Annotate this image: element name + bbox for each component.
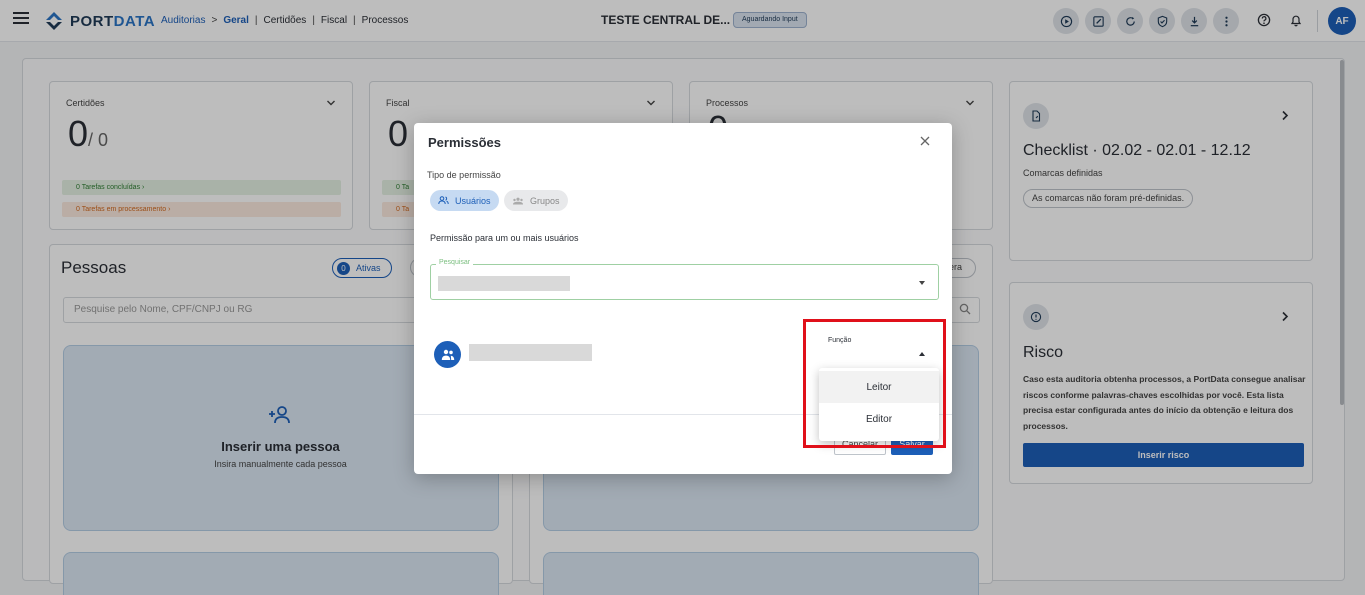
- tab-groups-label: Grupos: [530, 195, 560, 206]
- search-field-label: Pesquisar: [436, 259, 474, 266]
- redacted-user-name: [469, 344, 592, 361]
- close-icon[interactable]: [919, 135, 931, 147]
- tab-users-label: Usuários: [455, 195, 491, 206]
- user-group-icon: [441, 349, 454, 360]
- dropdown-arrow-icon[interactable]: [919, 281, 925, 285]
- permission-type-label: Tipo de permissão: [427, 170, 501, 180]
- tab-users[interactable]: Usuários: [430, 190, 499, 211]
- groups-icon: [513, 197, 523, 204]
- dialog-title: Permissões: [428, 135, 501, 150]
- users-icon: [438, 196, 449, 205]
- redacted-search-value: [438, 276, 570, 291]
- tab-groups[interactable]: Grupos: [504, 190, 568, 211]
- user-avatar: [434, 341, 461, 368]
- highlight-annotation: [803, 319, 946, 448]
- permission-description: Permissão para um ou mais usuários: [430, 233, 579, 243]
